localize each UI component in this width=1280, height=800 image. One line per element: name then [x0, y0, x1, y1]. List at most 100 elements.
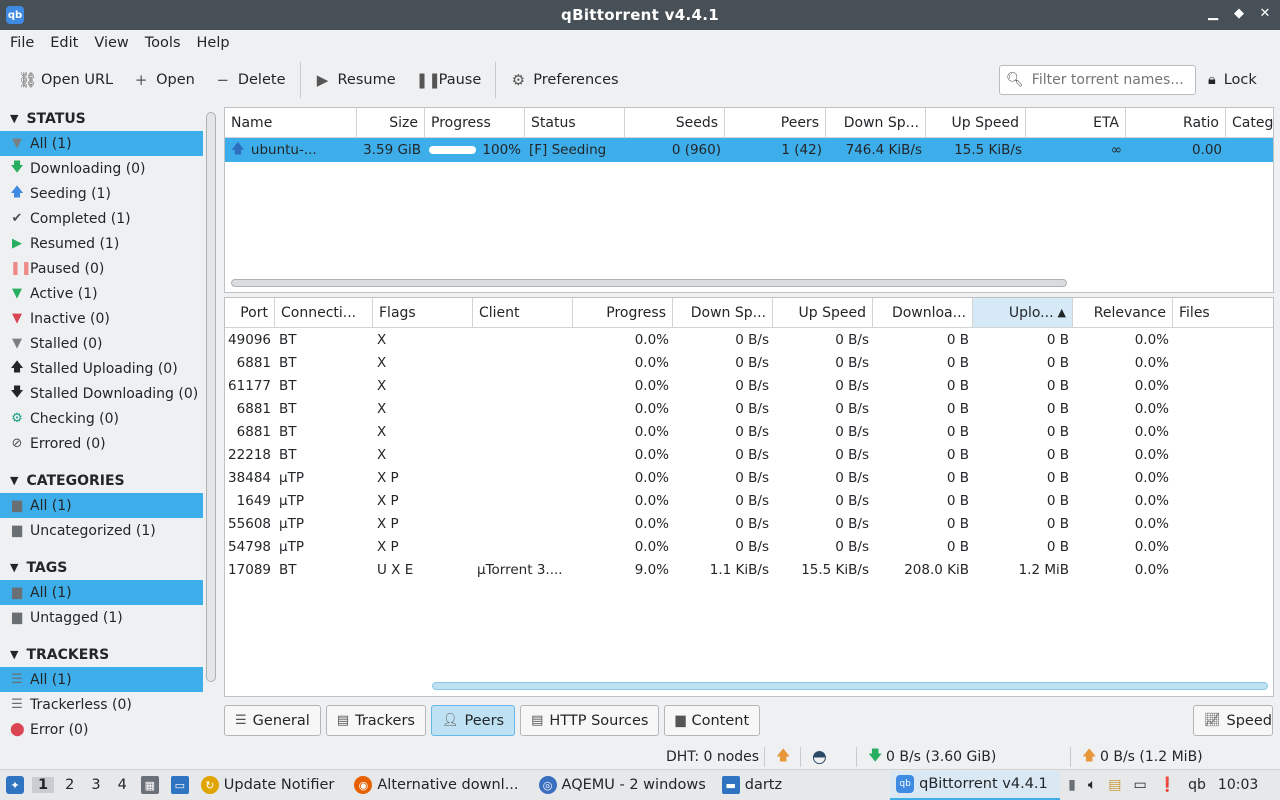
col-category[interactable]: Catego [1226, 108, 1273, 137]
peer-row[interactable]: 1649 µTP X P 0.0% 0 B/s 0 B/s 0 B 0 B 0.0% [225, 489, 1273, 512]
status-active[interactable]: ▼ Active (1) [0, 281, 203, 306]
peer-row[interactable]: 61177 BT X 0.0% 0 B/s 0 B/s 0 B 0 B 0.0% [225, 374, 1273, 397]
trackers-section-header[interactable]: ▼ TRACKERS [0, 642, 203, 667]
clipboard-icon[interactable]: ▤ [1108, 777, 1121, 793]
peer-row[interactable]: 6881 BT X 0.0% 0 B/s 0 B/s 0 B 0 B 0.0% [225, 420, 1273, 443]
delete-button[interactable]: − Delete [205, 64, 296, 96]
col-peer-up-speed[interactable]: Up Speed [773, 298, 873, 327]
tab-trackers[interactable]: ▤ Trackers [325, 705, 426, 736]
speed-button[interactable]: 📈︎ Speed [1193, 705, 1273, 736]
sidebar-scrollbar[interactable] [206, 112, 216, 682]
menu-tools[interactable]: Tools [137, 35, 189, 51]
peer-row[interactable]: 55608 µTP X P 0.0% 0 B/s 0 B/s 0 B 0 B 0.0% [225, 512, 1273, 535]
peer-row[interactable]: 54798 µTP X P 0.0% 0 B/s 0 B/s 0 B 0 B 0.0% [225, 535, 1273, 558]
minimize-icon[interactable]: ▁ [1206, 6, 1220, 21]
status-stalled-uploading[interactable]: 🡅 Stalled Uploading (0) [0, 356, 203, 381]
col-port[interactable]: Port [225, 298, 275, 327]
status-downloading[interactable]: 🡇 Downloading (0) [0, 156, 203, 181]
status-section-header[interactable]: ▼ STATUS [0, 106, 203, 131]
preferences-button[interactable]: ⚙ Preferences [500, 64, 628, 96]
categories-section-header[interactable]: ▼ CATEGORIES [0, 468, 203, 493]
col-ratio[interactable]: Ratio [1126, 108, 1226, 137]
tab-peers[interactable]: 👤︎ Peers [430, 705, 516, 736]
status-errored[interactable]: ⊘ Errored (0) [0, 431, 203, 456]
status-resumed[interactable]: ▶ Resumed (1) [0, 231, 203, 256]
col-eta[interactable]: ETA [1026, 108, 1126, 137]
status-checking[interactable]: ⚙ Checking (0) [0, 406, 203, 431]
start-menu-button[interactable]: ✦ [0, 771, 30, 800]
restore-icon[interactable]: ◆ [1232, 6, 1246, 21]
resume-button[interactable]: ▶ Resume [305, 64, 406, 96]
tracker-error[interactable]: ⬤ Error (0) [0, 717, 203, 742]
taskbar-update-notifier[interactable]: ↻ Update Notifier [195, 771, 341, 800]
col-relevance[interactable]: Relevance [1073, 298, 1173, 327]
tracker-all[interactable]: ☰ All (1) [0, 667, 203, 692]
close-icon[interactable]: ✕ [1258, 6, 1272, 21]
peer-row[interactable]: 17089 BT U X E µTorrent 3.... 9.0% 1.1 KiB/s 1… [225, 558, 1273, 581]
taskbar-qbittorrent[interactable]: qb qBittorrent v4.4.1 [890, 770, 1061, 800]
tag-untagged[interactable]: ▆ Untagged (1) [0, 605, 203, 630]
col-seeds[interactable]: Seeds [625, 108, 725, 137]
torrent-list-hscrollbar[interactable] [231, 279, 1067, 287]
desktop-2[interactable]: 2 [59, 777, 80, 793]
peer-row[interactable]: 22218 BT X 0.0% 0 B/s 0 B/s 0 B 0 B 0.0% [225, 443, 1273, 466]
tab-content[interactable]: ▆ Content [664, 705, 761, 736]
col-down-speed[interactable]: Down Sp... [826, 108, 926, 137]
col-name[interactable]: Name [225, 108, 357, 137]
notification-icon[interactable]: ❗ [1159, 777, 1176, 793]
col-downloaded[interactable]: Downloa... [873, 298, 973, 327]
status-seeding[interactable]: 🡅 Seeding (1) [0, 181, 203, 206]
status-inactive[interactable]: ▼ Inactive (0) [0, 306, 203, 331]
peer-row[interactable]: 6881 BT X 0.0% 0 B/s 0 B/s 0 B 0 B 0.0% [225, 351, 1273, 374]
open-button[interactable]: + Open [123, 64, 205, 96]
volume-icon[interactable]: 🔈︎ [1088, 777, 1096, 793]
col-size[interactable]: Size [357, 108, 425, 137]
status-all[interactable]: ▼ All (1) [0, 131, 203, 156]
peers-list-hscrollbar[interactable] [432, 682, 1268, 690]
col-status[interactable]: Status [525, 108, 625, 137]
show-desktop-button[interactable]: ▭ [165, 771, 195, 800]
trash-icon[interactable]: ▮ [1068, 777, 1076, 793]
taskbar-aqemu[interactable]: ◎ AQEMU - 2 windows [533, 771, 712, 800]
peer-row[interactable]: 38484 µTP X P 0.0% 0 B/s 0 B/s 0 B 0 B 0.0% [225, 466, 1273, 489]
col-progress[interactable]: Progress [425, 108, 525, 137]
file-manager-launcher[interactable]: ▦ [135, 771, 165, 800]
menu-view[interactable]: View [86, 35, 136, 51]
desktop-3[interactable]: 3 [85, 777, 106, 793]
menu-edit[interactable]: Edit [42, 35, 86, 51]
col-up-speed[interactable]: Up Speed [926, 108, 1026, 137]
tracker-trackerless[interactable]: ☰ Trackerless (0) [0, 692, 203, 717]
col-client[interactable]: Client [473, 298, 573, 327]
status-completed[interactable]: ✔ Completed (1) [0, 206, 203, 231]
col-peer-down-speed[interactable]: Down Sp... [673, 298, 773, 327]
torrent-row[interactable]: 🡅 ubuntu-... 3.59 GiB 100% [F] Seeding 0 … [225, 138, 1273, 162]
download-speed-status[interactable]: 0 B/s (3.60 GiB) [886, 749, 996, 765]
taskbar-firefox[interactable]: ◉ Alternative downl... [348, 771, 524, 800]
category-all[interactable]: ▆ All (1) [0, 493, 203, 518]
desktop-4[interactable]: 4 [112, 777, 133, 793]
search-input[interactable] [1031, 72, 1192, 88]
network-icon[interactable]: ▭ [1133, 777, 1146, 793]
status-stalled-downloading[interactable]: 🡇 Stalled Downloading (0) [0, 381, 203, 406]
qbittorrent-tray-icon[interactable]: qb [1188, 777, 1206, 793]
speed-limit-gauge-icon[interactable]: ◓ [812, 747, 827, 767]
open-url-button[interactable]: ⛓ Open URL [8, 64, 123, 96]
tab-general[interactable]: ☰ General [224, 705, 321, 736]
col-files[interactable]: Files [1173, 298, 1273, 327]
clock[interactable]: 10:03 [1218, 777, 1258, 793]
menu-file[interactable]: File [2, 35, 42, 51]
peer-row[interactable]: 49096 BT X 0.0% 0 B/s 0 B/s 0 B 0 B 0.0% [225, 328, 1273, 351]
taskbar-dartz[interactable]: ▬ dartz [716, 771, 788, 800]
col-uploaded[interactable]: Uplo... ▲ [973, 298, 1073, 327]
lock-button[interactable]: 🔒︎ Lock [1208, 66, 1257, 94]
col-flags[interactable]: Flags [373, 298, 473, 327]
col-connection[interactable]: Connecti... [275, 298, 373, 327]
status-paused[interactable]: ❚❚ Paused (0) [0, 256, 203, 281]
category-uncategorized[interactable]: ▆ Uncategorized (1) [0, 518, 203, 543]
tab-http-sources[interactable]: ▤ HTTP Sources [520, 705, 660, 736]
firewall-icon[interactable]: 🡅 [776, 745, 790, 769]
pause-button[interactable]: ❚❚ Pause [406, 64, 492, 96]
desktop-1[interactable]: 1 [32, 777, 55, 793]
peer-row[interactable]: 6881 BT X 0.0% 0 B/s 0 B/s 0 B 0 B 0.0% [225, 397, 1273, 420]
qbittorrent-app-icon[interactable]: qb [6, 6, 24, 24]
